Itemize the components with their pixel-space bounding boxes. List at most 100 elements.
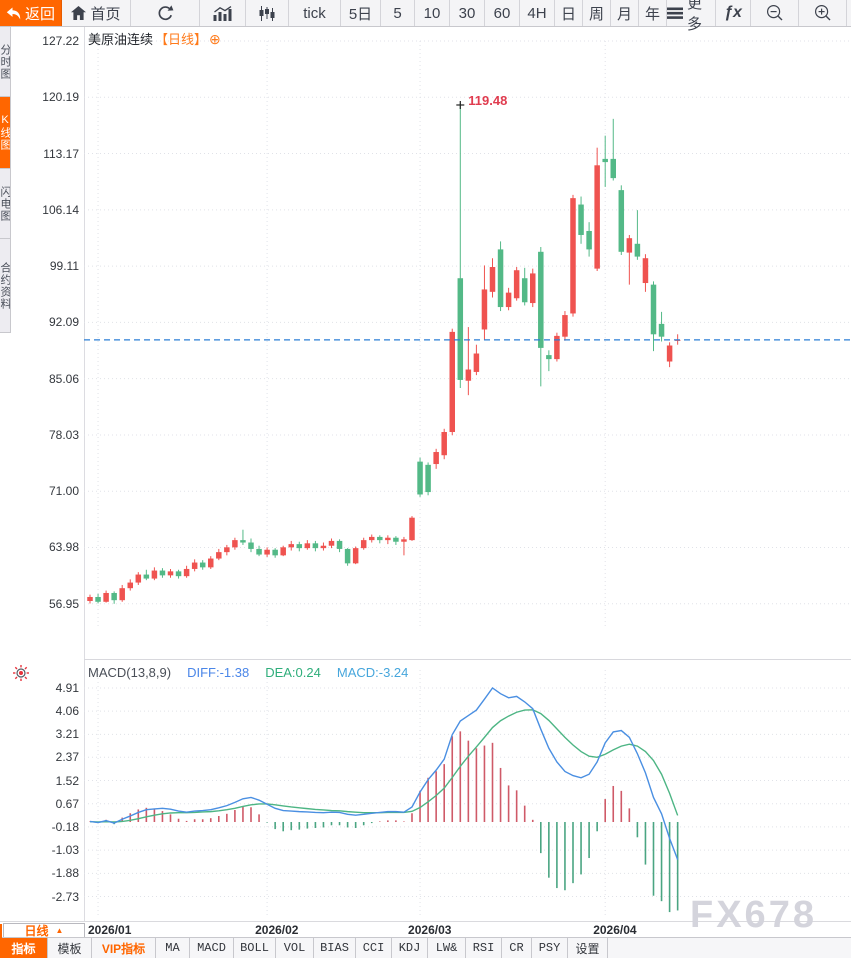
toolbar-button-label: 5日 (348, 5, 373, 23)
macd-tick-label: 4.91 (55, 680, 79, 695)
sidebar-tab-分时图[interactable]: 分时图 (0, 27, 11, 97)
price-tick-label: 85.06 (48, 371, 79, 386)
toolbar-button-interval-10[interactable]: 10 (415, 0, 450, 26)
indicator-button-设置[interactable]: 设置 (568, 938, 608, 958)
toolbar-button-label: 周 (588, 5, 604, 23)
toolbar-button-label: 日 (560, 5, 576, 23)
sidebar-tab-合约资料[interactable]: 合约资料 (0, 239, 11, 333)
price-tick-label: 113.17 (43, 146, 79, 161)
toolbar-button-kline[interactable] (246, 0, 289, 26)
toolbar-button-interval-30[interactable]: 30 (450, 0, 485, 26)
indicator-button-BOLL[interactable]: BOLL (234, 938, 276, 958)
indicator-button-CCI[interactable]: CCI (356, 938, 392, 958)
sidebar-tab-闪电图[interactable]: 闪电图 (0, 169, 11, 239)
indicator-button-KDJ[interactable]: KDJ (392, 938, 428, 958)
macd-macd-value: MACD:-3.24 (336, 665, 409, 680)
chart-app: 返回 首页 tick 5日 5 10 30 60 4H 日周月年更多 ƒx 分时图 K线图 闪电图 合约资… (0, 0, 851, 958)
price-tick-label: 106.14 (42, 202, 79, 217)
triangle-up-icon: ▲ (55, 926, 64, 935)
indicator-button-VIP指标[interactable]: VIP指标 (92, 938, 156, 958)
indicator-button-LW&[interactable]: LW& (428, 938, 466, 958)
toolbar-button-back[interactable]: 返回 (0, 0, 62, 26)
macd-tick-label: -2.73 (51, 889, 79, 904)
toolbar-button-label: 月 (616, 5, 632, 23)
macd-chart[interactable] (84, 660, 851, 921)
indicator-button-MA[interactable]: MA (156, 938, 190, 958)
toolbar-button-interval-5[interactable]: 5 (381, 0, 415, 26)
accent-strip (0, 924, 2, 958)
toolbar-button-fx[interactable]: ƒx (716, 0, 751, 26)
toolbar-button-interval-day[interactable]: 日 (555, 0, 583, 26)
month-label: 2026/02 (255, 923, 299, 937)
toolbar-button-interval-year[interactable]: 年 (639, 0, 667, 26)
top-toolbar: 返回 首页 tick 5日 5 10 30 60 4H 日周月年更多 ƒx (0, 0, 851, 33)
candlestick-chart[interactable]: 119.48 (84, 28, 851, 660)
symbol-name: 美原油连续 (88, 32, 154, 47)
chart-type-sidebar: 分时图 K线图 闪电图 合约资料 (0, 27, 11, 333)
macd-tick-label: 1.52 (55, 773, 79, 788)
refresh-icon (157, 4, 174, 22)
toolbar-button-label: 返回 (24, 5, 55, 23)
sidebar-tab-K线图[interactable]: K线图 (0, 97, 11, 169)
back-arrow-icon (6, 7, 21, 20)
zoom-in-icon (814, 4, 832, 22)
toolbar-button-zoom-out[interactable] (751, 0, 799, 26)
price-tick-label: 71.00 (48, 484, 79, 499)
toolbar-button-label: 5 (393, 4, 402, 22)
price-tick-label: 99.11 (49, 259, 79, 274)
toolbar-button-label: 4H (527, 4, 547, 22)
chart-title: 美原油连续 【日线】 ⊕ (88, 29, 221, 48)
toolbar-button-home[interactable]: 首页 (62, 0, 131, 26)
macd-header: MACD(13,8,9) DIFF:-1.38 DEA:0.24 MACD:-3… (88, 665, 408, 680)
toolbar-button-tick[interactable]: tick (289, 0, 341, 26)
indicator-button-MACD[interactable]: MACD (190, 938, 234, 958)
toolbar-button-label: 60 (493, 4, 511, 22)
candlestick-icon (259, 5, 275, 21)
indicator-button-RSI[interactable]: RSI (466, 938, 502, 958)
indicator-button-PSY[interactable]: PSY (532, 938, 568, 958)
indicator-button-模板[interactable]: 模板 (48, 938, 92, 958)
macd-tick-label: 0.67 (55, 796, 79, 811)
watermark: FX678 (690, 894, 817, 936)
indicator-button-CR[interactable]: CR (502, 938, 532, 958)
period-tag: 【日线】 (155, 32, 208, 47)
macd-diff-value: DIFF:-1.38 (187, 665, 250, 680)
toolbar-button-label: 10 (423, 4, 441, 22)
macd-tick-label: 4.06 (55, 704, 79, 719)
bar-chart-icon (213, 5, 232, 21)
macd-title: MACD(13,8,9) (88, 665, 172, 680)
toolbar-button-label: 首页 (90, 5, 121, 23)
toolbar-button-range-5d[interactable]: 5日 (341, 0, 381, 26)
indicator-toolbar: 指标 模板 VIP指标 MA MACD BOLL VOL BIAS CCI KDJ LW& RSI CR… (0, 937, 851, 958)
macd-tick-label: 2.37 (55, 750, 79, 765)
toolbar-button-interval-4h[interactable]: 4H (520, 0, 555, 26)
add-indicator-icon[interactable]: ⊕ (209, 32, 221, 46)
macd-tick-label: 3.21 (55, 727, 79, 742)
price-tick-label: 56.95 (48, 596, 79, 611)
high-price-annotation: 119.48 (468, 93, 507, 108)
month-label: 2026/01 (88, 923, 132, 937)
toolbar-button-refresh[interactable] (131, 0, 200, 26)
toolbar-button-interval-60[interactable]: 60 (485, 0, 520, 26)
toolbar-button-more[interactable]: 更多 (667, 0, 716, 33)
indicator-button-VOL[interactable]: VOL (276, 938, 314, 958)
indicator-button-BIAS[interactable]: BIAS (314, 938, 356, 958)
price-tick-label: 63.98 (48, 540, 79, 555)
macd-dea-value: DEA:0.24 (265, 665, 321, 680)
period-selector[interactable]: 日线 ▲ (3, 923, 85, 938)
toolbar-button-zoom-in[interactable] (799, 0, 847, 26)
macd-tick-label: -1.03 (51, 843, 79, 858)
indicator-button-指标[interactable]: 指标 (0, 938, 48, 958)
toolbar-button-label: ƒx (724, 4, 742, 21)
toolbar-button-label: 30 (458, 4, 476, 22)
price-tick-label: 78.03 (48, 427, 79, 442)
toolbar-button-bar-chart[interactable] (200, 0, 246, 26)
month-label: 2026/03 (408, 923, 452, 937)
macd-tick-label: -0.18 (51, 819, 79, 834)
macd-tick-label: -1.88 (51, 866, 79, 881)
zoom-out-icon (766, 4, 784, 22)
month-label: 2026/04 (593, 923, 637, 937)
price-tick-label: 127.22 (42, 34, 79, 48)
toolbar-button-interval-week[interactable]: 周 (583, 0, 611, 26)
toolbar-button-interval-month[interactable]: 月 (611, 0, 639, 26)
